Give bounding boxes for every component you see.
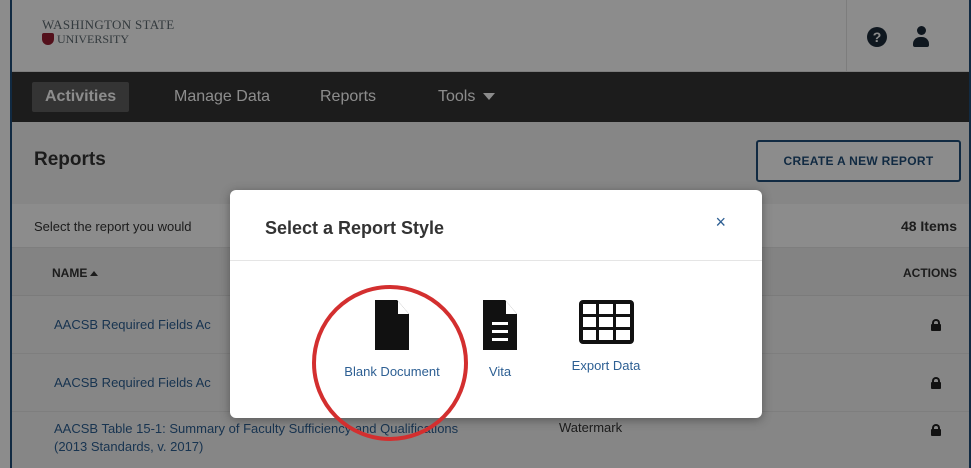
option-label: Vita (488, 364, 512, 379)
option-vita[interactable]: Vita (480, 300, 520, 379)
highlight-circle (312, 285, 468, 441)
modal-title: Select a Report Style (265, 218, 445, 238)
option-export-data[interactable]: Export Data (566, 300, 646, 373)
vita-document-icon (483, 300, 517, 350)
modal-divider (230, 260, 762, 261)
report-style-modal: Select a Report Style × Blank Document V… (230, 190, 762, 418)
table-grid-icon (578, 300, 634, 344)
close-icon[interactable]: × (715, 212, 726, 233)
option-label: Export Data (571, 358, 641, 373)
